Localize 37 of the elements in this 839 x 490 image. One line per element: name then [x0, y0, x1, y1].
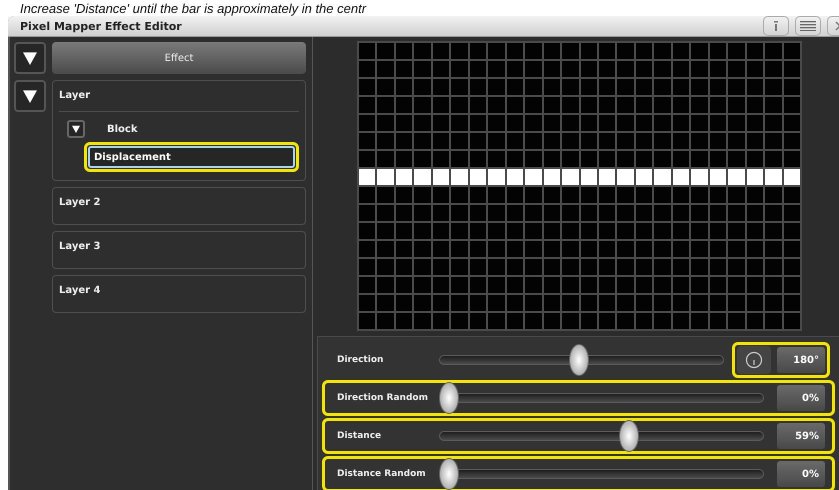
slider-track[interactable]: [439, 344, 724, 376]
value-field[interactable]: 0%: [777, 385, 825, 411]
slider-track[interactable]: [439, 458, 764, 490]
value-field[interactable]: 0%: [777, 461, 825, 487]
slider-track[interactable]: [439, 420, 764, 452]
layer-label[interactable]: Layer 2: [59, 188, 299, 216]
triangle-icon: [72, 125, 80, 133]
info-icon: [774, 21, 778, 31]
slider-label: Distance Random: [337, 469, 427, 479]
value-field[interactable]: 180°: [777, 347, 825, 373]
expand-button[interactable]: [14, 80, 46, 112]
info-button[interactable]: [763, 16, 789, 36]
slider-thumb[interactable]: [568, 344, 589, 376]
triangle-icon: [23, 51, 37, 65]
block-label[interactable]: Block: [107, 124, 138, 134]
slider-label: Direction Random: [337, 393, 429, 403]
caption-text: Increase 'Distance' until the bar is approximately in the centr: [20, 0, 366, 16]
menu-button[interactable]: [795, 16, 821, 36]
slider-thumb[interactable]: [439, 382, 459, 414]
layer-label[interactable]: Layer: [59, 81, 299, 109]
tree-item[interactable]: Displacement: [88, 146, 295, 168]
layer-label[interactable]: Layer 3: [59, 232, 299, 260]
window-title: Pixel Mapper Effect Editor: [20, 20, 183, 32]
slider-label: Distance: [337, 431, 382, 441]
value-field[interactable]: 59%: [777, 423, 825, 449]
expand-button[interactable]: [14, 42, 46, 74]
slider-label: Direction: [337, 355, 384, 365]
dial-icon: [745, 351, 763, 369]
layer-label[interactable]: Layer 4: [59, 276, 299, 304]
effect-button[interactable]: Effect: [52, 42, 306, 74]
slider-track[interactable]: [439, 382, 764, 414]
menu-icon: [800, 21, 816, 31]
expand-button[interactable]: [67, 120, 85, 138]
slider-thumb[interactable]: [439, 458, 459, 490]
dial-button[interactable]: [737, 346, 771, 374]
triangle-icon: [23, 89, 37, 103]
slider-thumb[interactable]: [618, 420, 639, 452]
